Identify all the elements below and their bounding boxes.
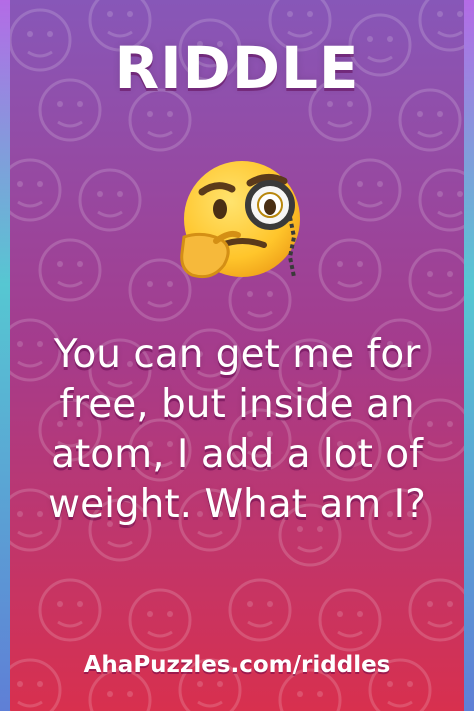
site-link[interactable]: AhaPuzzles.com/riddles <box>10 652 464 678</box>
riddle-title: RIDDLE <box>114 34 360 102</box>
right-accent-stripe <box>464 0 474 711</box>
left-accent-stripe <box>0 0 10 711</box>
thinking-monocle-face-icon <box>172 147 322 297</box>
riddle-question: You can get me for free, but inside an a… <box>48 332 426 527</box>
riddle-card: RIDDLE You can get me for free, but insi… <box>10 0 464 711</box>
